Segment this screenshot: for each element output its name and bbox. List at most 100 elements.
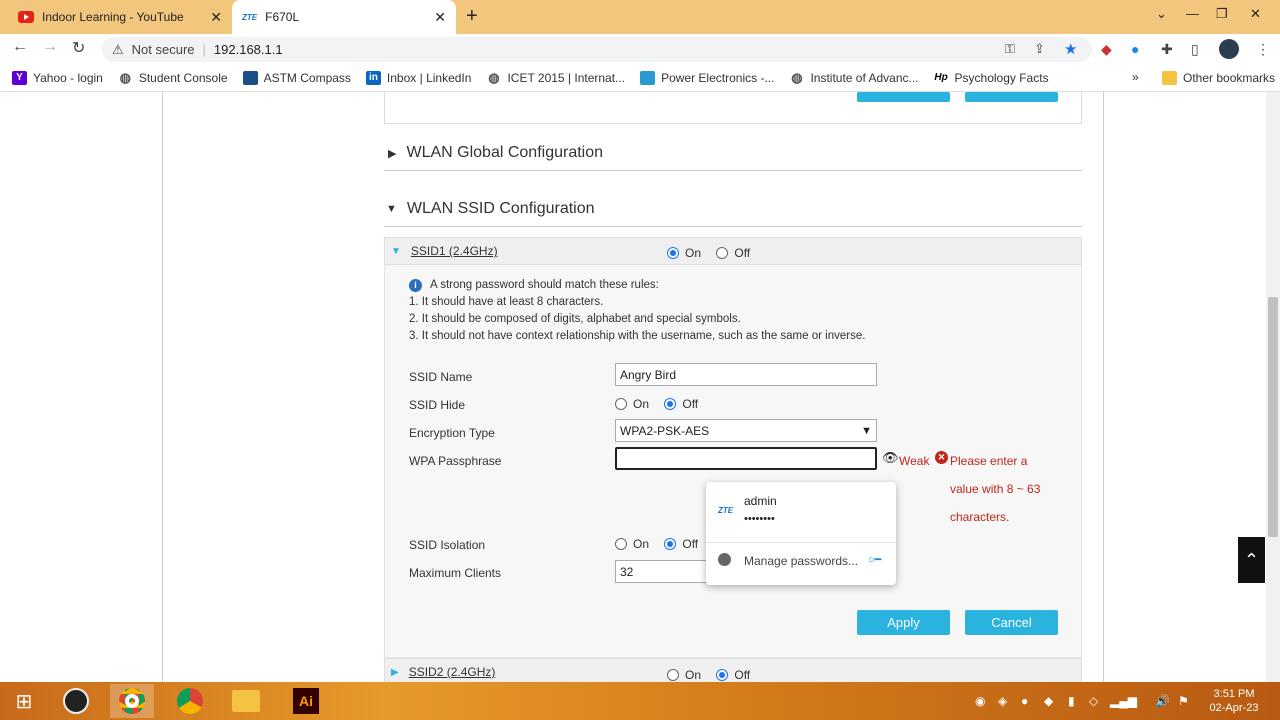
star-icon[interactable]: ★ <box>1064 40 1077 58</box>
bookmark-label: Psychology Facts <box>954 70 1049 85</box>
radio-label: Off <box>734 667 751 682</box>
bookmark-yahoo[interactable]: Y Yahoo - login <box>12 70 103 85</box>
reload-icon[interactable]: ↻ <box>72 38 85 58</box>
flag-icon[interactable]: ⚑ <box>1178 694 1189 708</box>
start-button[interactable]: ⊞ <box>2 684 46 718</box>
bookmark-astm[interactable]: ASTM Compass <box>242 70 351 85</box>
key-icon[interactable]: ⚿ <box>1005 41 1015 57</box>
encryption-type-select[interactable]: WPA2-PSK-AES ▼ <box>615 419 877 442</box>
close-tab-icon[interactable]: ✕ <box>434 9 446 26</box>
astm-icon <box>242 70 258 85</box>
tray-icon[interactable]: ◈ <box>998 694 1007 708</box>
extension-icon[interactable]: ● <box>1131 41 1139 57</box>
extension-icon[interactable]: ◆ <box>1101 41 1112 58</box>
ssid1-header[interactable]: ▼ SSID1 (2.4GHz) On Off <box>384 237 1082 265</box>
manage-passwords[interactable]: Manage passwords... ○━ <box>706 543 896 583</box>
bookmark-power-electronics[interactable]: Power Electronics -... <box>640 70 774 85</box>
tray-icon[interactable]: ◉ <box>975 694 985 708</box>
share-icon[interactable]: ⇪ <box>1034 41 1045 57</box>
globe-icon: ◍ <box>791 69 803 85</box>
rule-item: 1. It should have at least 8 characters. <box>409 296 604 308</box>
scroll-to-top-button[interactable]: ⌃ <box>1238 537 1265 583</box>
ssid-hide-on-radio[interactable] <box>615 397 627 410</box>
clock[interactable]: 3:51 PM 02-Apr-23 <box>1204 687 1264 715</box>
security-status[interactable]: Not secure <box>132 42 195 57</box>
minimize-button[interactable]: — <box>1186 6 1199 21</box>
ssid1-on-radio[interactable] <box>667 246 679 259</box>
tab-title: Indoor Learning - YouTube <box>42 10 184 24</box>
close-tab-icon[interactable]: ✕ <box>210 9 222 26</box>
bookmark-linkedin[interactable]: in Inbox | LinkedIn <box>365 70 471 85</box>
bookmarks-overflow[interactable]: » <box>1132 70 1139 84</box>
warning-icon[interactable]: ⚠ <box>112 42 124 58</box>
wlan-ssid-header[interactable]: ▼ WLAN SSID Configuration <box>386 200 595 218</box>
bookmark-student-console[interactable]: ◍ Student Console <box>118 70 228 85</box>
ssid2-header[interactable]: ▶ SSID2 (2.4GHz) On Off <box>384 658 1082 682</box>
menu-icon[interactable]: ⋮ <box>1256 41 1270 58</box>
illustrator-app[interactable]: Ai <box>284 684 328 718</box>
rules-title: A strong password should match these rul… <box>430 279 659 291</box>
radio-label: Off <box>682 396 699 411</box>
apply-button[interactable]: Apply <box>857 610 950 635</box>
cancel-button[interactable]: Cancel <box>965 610 1058 635</box>
url-text[interactable]: 192.168.1.1 <box>214 42 283 57</box>
divider <box>1103 92 1104 682</box>
ssid-name-input[interactable]: Angry Bird <box>615 363 877 386</box>
wifi-icon[interactable]: ▂▄▆ <box>1110 694 1137 708</box>
new-tab-button[interactable]: + <box>466 5 478 28</box>
browser-toolbar: ← → ↻ ⚠ Not secure | 192.168.1.1 ⚿ ⇪ ★ ◆… <box>0 34 1280 64</box>
apply-button-partial[interactable] <box>857 92 950 102</box>
address-bar[interactable]: ⚠ Not secure | 192.168.1.1 ⚿ ⇪ ★ <box>102 37 1092 62</box>
obs-app[interactable] <box>54 684 98 718</box>
bookmark-institute[interactable]: ◍ Institute of Advanc... <box>789 69 918 85</box>
password-autofill-popup: ZTE admin •••••••• Manage passwords... ○… <box>706 482 896 585</box>
avatar[interactable] <box>1219 39 1239 59</box>
tray-icon[interactable]: ● <box>1021 694 1028 708</box>
radio-label: On <box>685 245 702 260</box>
puzzle-icon[interactable]: ✚ <box>1161 41 1173 58</box>
bookmark-icet[interactable]: ◍ ICET 2015 | Internat... <box>486 70 625 85</box>
wpa-passphrase-input[interactable] <box>615 447 877 470</box>
forward-icon[interactable]: → <box>42 38 58 56</box>
file-explorer-app[interactable] <box>224 684 268 718</box>
radio-label: Off <box>682 536 699 551</box>
illustrator-icon: Ai <box>293 688 319 714</box>
chrome-app[interactable] <box>110 684 154 718</box>
isolation-on-radio[interactable] <box>615 537 627 550</box>
ssid2-on-radio[interactable] <box>667 668 679 681</box>
network-icon[interactable]: ◇ <box>1089 694 1098 708</box>
cancel-button-partial[interactable] <box>965 92 1058 102</box>
ssid2-off-radio[interactable] <box>716 668 729 681</box>
close-window-button[interactable]: ✕ <box>1250 6 1261 22</box>
show-password-icon[interactable]: 👁 <box>882 450 899 466</box>
tab-router[interactable]: ZTE F670L ✕ <box>232 0 456 34</box>
error-message: characters. <box>950 510 1010 524</box>
bookmark-psychology[interactable]: Hp Psychology Facts <box>934 70 1049 85</box>
ssid2-link[interactable]: SSID2 (2.4GHz) <box>409 665 496 679</box>
tab-search-icon[interactable]: ⌄ <box>1156 6 1167 22</box>
ssid-isolation-radio-group: On Off <box>615 536 710 551</box>
radio-label: On <box>633 396 650 411</box>
other-bookmarks[interactable]: Other bookmarks <box>1162 71 1275 85</box>
back-icon[interactable]: ← <box>12 38 28 56</box>
saved-credential[interactable]: admin •••••••• <box>706 482 896 540</box>
ssid-hide-off-radio[interactable] <box>664 397 677 410</box>
restore-button[interactable]: ❐ <box>1216 6 1228 22</box>
select-value: WPA2-PSK-AES <box>620 423 710 438</box>
divider <box>384 226 1082 227</box>
taskbar: ⊞ Ai ◉ ◈ ● ◆ ▮ ◇ ▂▄▆ 🔊 ⚑ 3:51 PM 02-Apr-… <box>0 682 1280 720</box>
chrome-app-2[interactable] <box>168 684 212 718</box>
ssid1-off-radio[interactable] <box>716 246 729 259</box>
scrollbar-thumb[interactable] <box>1268 297 1278 537</box>
tray-icon[interactable]: ◆ <box>1044 694 1053 708</box>
chevron-down-icon: ▼ <box>861 424 872 437</box>
ssid1-link[interactable]: SSID1 (2.4GHz) <box>411 244 498 258</box>
tab-youtube[interactable]: Indoor Learning - YouTube ✕ <box>8 0 232 34</box>
section-title: WLAN Global Configuration <box>406 144 604 161</box>
expanded-arrow-icon: ▼ <box>391 245 401 257</box>
isolation-off-radio[interactable] <box>664 537 677 550</box>
sidepanel-icon[interactable]: ▯ <box>1191 41 1199 58</box>
volume-icon[interactable]: 🔊 <box>1155 694 1170 708</box>
battery-icon[interactable]: ▮ <box>1068 694 1075 708</box>
wlan-global-header[interactable]: ▶ WLAN Global Configuration <box>388 144 603 162</box>
